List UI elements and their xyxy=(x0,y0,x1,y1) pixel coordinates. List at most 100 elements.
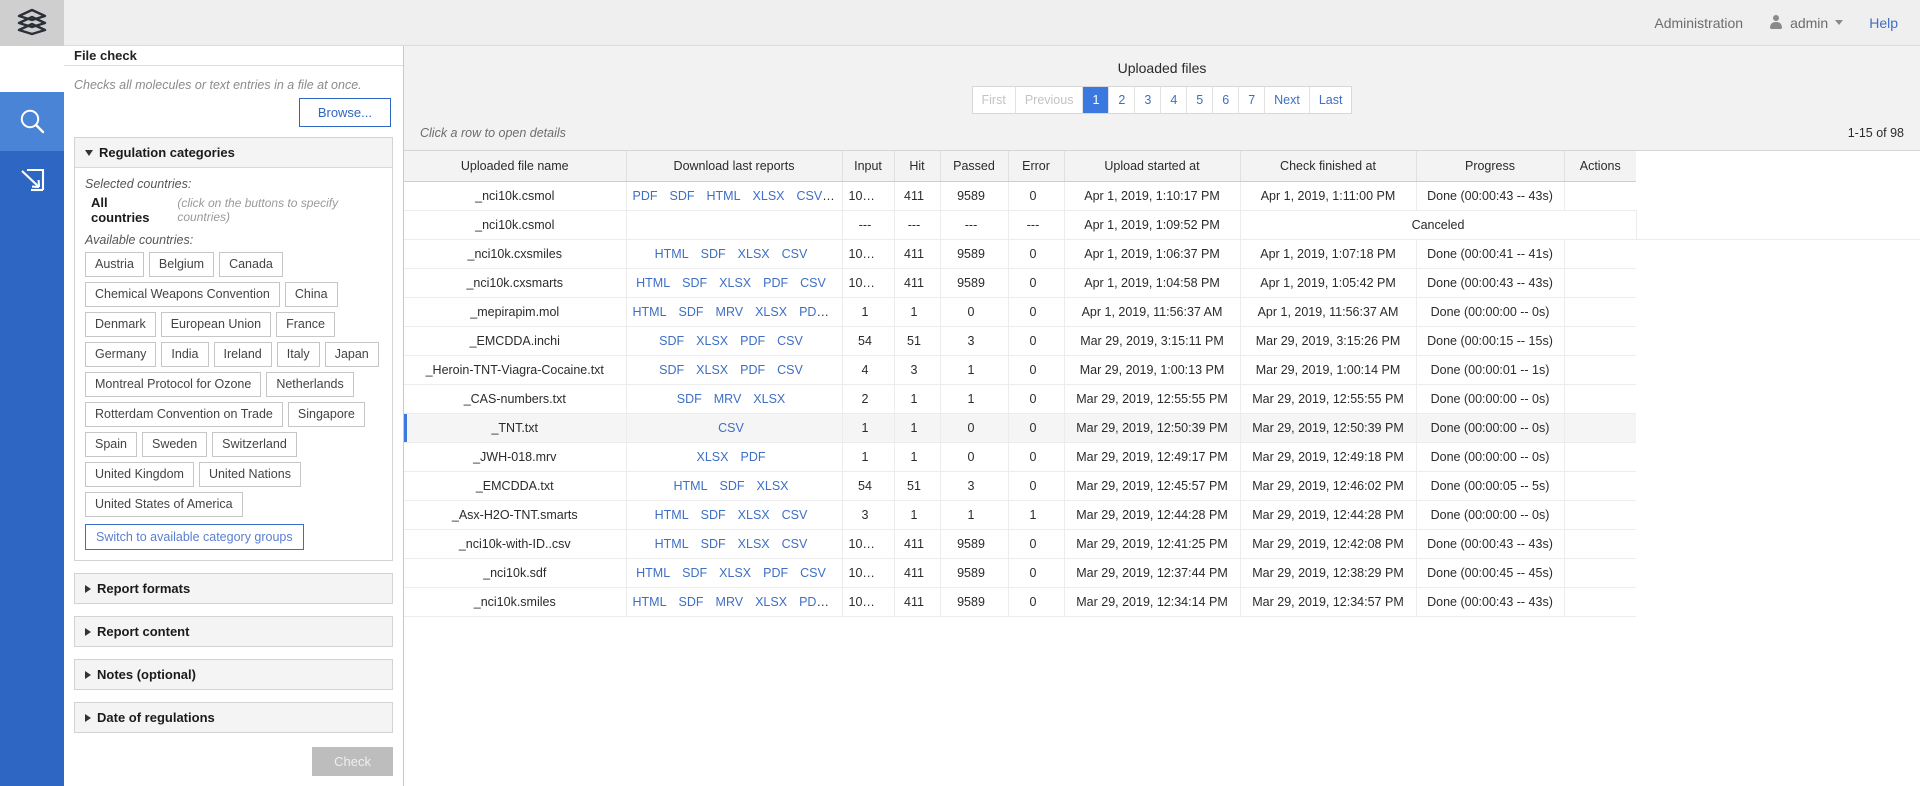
column-header[interactable]: Hit xyxy=(894,151,940,182)
report-link-sdf[interactable]: SDF xyxy=(677,392,702,406)
report-link-csv[interactable]: CSV xyxy=(797,189,823,203)
report-link-sdf[interactable]: SDF xyxy=(659,363,684,377)
country-chip[interactable]: Austria xyxy=(85,252,144,277)
report-link-xlsx[interactable]: XLSX xyxy=(697,450,729,464)
report-link-html[interactable]: HTML xyxy=(674,479,708,493)
table-row[interactable]: _Heroin-TNT-Viagra-Cocaine.txtSDFXLSXPDF… xyxy=(404,356,1920,385)
country-chip[interactable]: Spain xyxy=(85,432,137,457)
table-row[interactable]: _nci10k.smilesHTMLSDFMRVXLSXPDFCSV100004… xyxy=(404,588,1920,617)
column-header[interactable]: Check finished at xyxy=(1240,151,1416,182)
pagination-page-2[interactable]: 2 xyxy=(1109,87,1135,113)
report-link-html[interactable]: HTML xyxy=(636,276,670,290)
report-link-xlsx[interactable]: XLSX xyxy=(696,363,728,377)
report-link-sdf[interactable]: SDF xyxy=(659,334,684,348)
country-chip[interactable]: European Union xyxy=(161,312,271,337)
column-header[interactable]: Input xyxy=(842,151,894,182)
switch-category-groups-button[interactable]: Switch to available category groups xyxy=(85,524,304,550)
section-header-report-formats[interactable]: Report formats xyxy=(75,574,392,603)
report-link-csv[interactable]: CSV xyxy=(800,566,826,580)
column-header[interactable]: Download last reports xyxy=(626,151,842,182)
report-link-sdf[interactable]: SDF xyxy=(679,595,704,609)
report-link-pdf[interactable]: PDF xyxy=(633,189,658,203)
table-row[interactable]: _mepirapim.molHTMLSDFMRVXLSXPDFCSV1100Ap… xyxy=(404,298,1920,327)
report-link-sdf[interactable]: SDF xyxy=(679,305,704,319)
section-header-regulation-categories[interactable]: Regulation categories xyxy=(75,138,392,168)
section-header-notes-optional[interactable]: Notes (optional) xyxy=(75,660,392,689)
cell-actions[interactable] xyxy=(1564,443,1636,472)
country-chip[interactable]: Singapore xyxy=(288,402,365,427)
report-link-xlsx[interactable]: XLSX xyxy=(738,247,770,261)
report-link-html[interactable]: HTML xyxy=(636,566,670,580)
pagination-next[interactable]: Next xyxy=(1265,87,1310,113)
report-link-csv[interactable]: CSV xyxy=(777,334,803,348)
pagination-page-1[interactable]: 1 xyxy=(1083,87,1109,113)
table-row[interactable]: _JWH-018.mrvXLSXPDF1100Mar 29, 2019, 12:… xyxy=(404,443,1920,472)
country-chip[interactable]: Rotterdam Convention on Trade xyxy=(85,402,283,427)
report-link-html[interactable]: HTML xyxy=(633,595,667,609)
column-header[interactable]: Uploaded file name xyxy=(404,151,626,182)
country-chip[interactable]: United Nations xyxy=(199,462,301,487)
report-link-xlsx[interactable]: XLSX xyxy=(753,392,785,406)
pagination-page-5[interactable]: 5 xyxy=(1187,87,1213,113)
report-link-xlsx[interactable]: XLSX xyxy=(738,508,770,522)
country-chip[interactable]: United States of America xyxy=(85,492,243,517)
report-link-html[interactable]: HTML xyxy=(707,189,741,203)
country-chip[interactable]: China xyxy=(285,282,338,307)
report-link-pdf[interactable]: PDF xyxy=(799,305,824,319)
report-link-xlsx[interactable]: XLSX xyxy=(738,537,770,551)
report-link-html[interactable]: HTML xyxy=(655,247,689,261)
cell-actions[interactable] xyxy=(1564,240,1636,269)
column-header[interactable]: Passed xyxy=(940,151,1008,182)
table-row[interactable]: _CAS-numbers.txtSDFMRVXLSX2110Mar 29, 20… xyxy=(404,385,1920,414)
cell-actions[interactable] xyxy=(1564,182,1636,211)
report-link-xlsx[interactable]: XLSX xyxy=(719,276,751,290)
report-link-sdf[interactable]: SDF xyxy=(682,566,707,580)
cell-actions[interactable] xyxy=(1564,501,1636,530)
report-link-xlsx[interactable]: XLSX xyxy=(719,566,751,580)
cell-actions[interactable] xyxy=(1564,472,1636,501)
user-menu[interactable]: admin xyxy=(1769,15,1843,31)
report-link-xlsx[interactable]: XLSX xyxy=(755,305,787,319)
country-chip[interactable]: Sweden xyxy=(142,432,207,457)
report-link-html[interactable]: HTML xyxy=(633,305,667,319)
report-link-csv[interactable]: CSV xyxy=(800,276,826,290)
table-row[interactable]: _nci10k.cxsmilesHTMLSDFXLSXCSV1000041195… xyxy=(404,240,1920,269)
section-header-report-content[interactable]: Report content xyxy=(75,617,392,646)
report-link-mrv[interactable]: MRV xyxy=(834,189,842,203)
report-link-csv[interactable]: CSV xyxy=(836,595,842,609)
report-link-pdf[interactable]: PDF xyxy=(740,450,765,464)
report-link-csv[interactable]: CSV xyxy=(718,421,744,435)
country-chip[interactable]: Germany xyxy=(85,342,156,367)
report-link-xlsx[interactable]: XLSX xyxy=(753,189,785,203)
column-header[interactable]: Progress xyxy=(1416,151,1564,182)
rail-item-import[interactable] xyxy=(0,151,64,210)
report-link-html[interactable]: HTML xyxy=(655,537,689,551)
pagination-page-4[interactable]: 4 xyxy=(1161,87,1187,113)
report-link-csv[interactable]: CSV xyxy=(782,247,808,261)
report-link-csv[interactable]: CSV xyxy=(836,305,842,319)
app-logo[interactable] xyxy=(0,0,64,46)
table-row[interactable]: _EMCDDA.txtHTMLSDFXLSX545130Mar 29, 2019… xyxy=(404,472,1920,501)
cell-actions[interactable] xyxy=(1564,588,1636,617)
cell-actions[interactable] xyxy=(1564,327,1636,356)
country-chip[interactable]: India xyxy=(161,342,208,367)
country-chip[interactable]: Denmark xyxy=(85,312,156,337)
report-link-sdf[interactable]: SDF xyxy=(720,479,745,493)
report-link-pdf[interactable]: PDF xyxy=(763,566,788,580)
cell-actions[interactable] xyxy=(1564,298,1636,327)
report-link-mrv[interactable]: MRV xyxy=(714,392,742,406)
report-link-pdf[interactable]: PDF xyxy=(740,363,765,377)
report-link-sdf[interactable]: SDF xyxy=(701,247,726,261)
table-row[interactable]: _nci10k.csmol------------Apr 1, 2019, 1:… xyxy=(404,211,1920,240)
pagination-page-6[interactable]: 6 xyxy=(1213,87,1239,113)
column-header[interactable]: Error xyxy=(1008,151,1064,182)
table-row[interactable]: _Asx-H2O-TNT.smartsHTMLSDFXLSXCSV3111Mar… xyxy=(404,501,1920,530)
report-link-sdf[interactable]: SDF xyxy=(701,537,726,551)
cell-actions[interactable] xyxy=(1564,385,1636,414)
help-link[interactable]: Help xyxy=(1869,15,1898,31)
country-chip[interactable]: Belgium xyxy=(149,252,214,277)
report-link-sdf[interactable]: SDF xyxy=(670,189,695,203)
cell-actions[interactable] xyxy=(1636,211,1920,240)
report-link-mrv[interactable]: MRV xyxy=(716,595,744,609)
table-row[interactable]: _nci10k.csmolPDFSDFHTMLXLSXCSVMRV1000041… xyxy=(404,182,1920,211)
